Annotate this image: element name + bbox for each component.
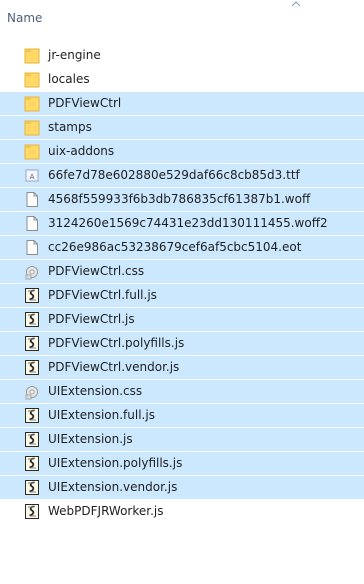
file-name: UIExtension.js [48, 432, 133, 446]
folder-icon [24, 143, 40, 160]
blank-file-icon [24, 239, 40, 256]
name-column-label[interactable]: Name [7, 11, 42, 25]
file-row[interactable]: jr-engine [0, 44, 364, 67]
file-name: jr-engine [48, 48, 101, 62]
folder-icon [24, 71, 40, 88]
column-header[interactable]: Name [0, 0, 364, 38]
script-file-icon [24, 431, 40, 448]
css-file-icon [24, 263, 40, 280]
file-row[interactable]: PDFViewCtrl.polyfills.js [0, 332, 364, 355]
svg-text:A: A [30, 173, 35, 181]
folder-icon [24, 119, 40, 136]
file-row[interactable]: PDFViewCtrl [0, 92, 364, 115]
file-name: UIExtension.css [48, 384, 143, 398]
file-row[interactable]: UIExtension.vendor.js [0, 476, 364, 499]
file-name: stamps [48, 120, 92, 134]
file-name: PDFViewCtrl [48, 96, 122, 110]
file-name: PDFViewCtrl.js [48, 312, 135, 326]
file-row[interactable]: locales [0, 68, 364, 91]
script-file-icon [24, 335, 40, 352]
file-name: PDFViewCtrl.polyfills.js [48, 336, 185, 350]
file-name: UIExtension.polyfills.js [48, 456, 183, 470]
file-row[interactable]: A 66fe7d78e602880e529daf66c8cb85d3.ttf [0, 164, 364, 187]
file-name: PDFViewCtrl.full.js [48, 288, 157, 302]
file-name: WebPDFJRWorker.js [48, 504, 164, 518]
script-file-icon [24, 503, 40, 520]
file-row[interactable]: WebPDFJRWorker.js [0, 500, 364, 523]
file-name: cc26e986ac53238679cef6af5cbc5104.eot [48, 240, 302, 254]
file-row[interactable]: 3124260e1569c74431e23dd130111455.woff2 [0, 212, 364, 235]
script-file-icon [24, 455, 40, 472]
file-row[interactable]: PDFViewCtrl.full.js [0, 284, 364, 307]
file-name: UIExtension.vendor.js [48, 480, 178, 494]
script-file-icon [24, 311, 40, 328]
file-row[interactable]: 4568f559933f6b3db786835cf61387b1.woff [0, 188, 364, 211]
file-name: 3124260e1569c74431e23dd130111455.woff2 [48, 216, 328, 230]
file-row[interactable]: UIExtension.css [0, 380, 364, 403]
file-name: uix-addons [48, 144, 115, 158]
file-name: UIExtension.full.js [48, 408, 155, 422]
folder-icon [24, 95, 40, 112]
file-row[interactable]: stamps [0, 116, 364, 139]
script-file-icon [24, 359, 40, 376]
file-name: PDFViewCtrl.vendor.js [48, 360, 180, 374]
file-row[interactable]: PDFViewCtrl.js [0, 308, 364, 331]
file-row[interactable]: UIExtension.polyfills.js [0, 452, 364, 475]
file-name: PDFViewCtrl.css [48, 264, 145, 278]
file-row[interactable]: cc26e986ac53238679cef6af5cbc5104.eot [0, 236, 364, 259]
font-file-icon: A [24, 167, 40, 184]
file-row[interactable]: UIExtension.js [0, 428, 364, 451]
script-file-icon [24, 479, 40, 496]
script-file-icon [24, 407, 40, 424]
file-name: 4568f559933f6b3db786835cf61387b1.woff [48, 192, 311, 206]
blank-file-icon [24, 215, 40, 232]
file-name: locales [48, 72, 90, 86]
css-file-icon [24, 383, 40, 400]
file-row[interactable]: PDFViewCtrl.css [0, 260, 364, 283]
file-name: 66fe7d78e602880e529daf66c8cb85d3.ttf [48, 168, 300, 182]
file-row[interactable]: uix-addons [0, 140, 364, 163]
folder-icon [24, 47, 40, 64]
file-list: jr-engine locales PDFViewCtrl stamps uix-add… [0, 44, 364, 524]
sort-ascending-icon [291, 1, 301, 7]
blank-file-icon [24, 191, 40, 208]
file-row[interactable]: UIExtension.full.js [0, 404, 364, 427]
file-row[interactable]: PDFViewCtrl.vendor.js [0, 356, 364, 379]
script-file-icon [24, 287, 40, 304]
